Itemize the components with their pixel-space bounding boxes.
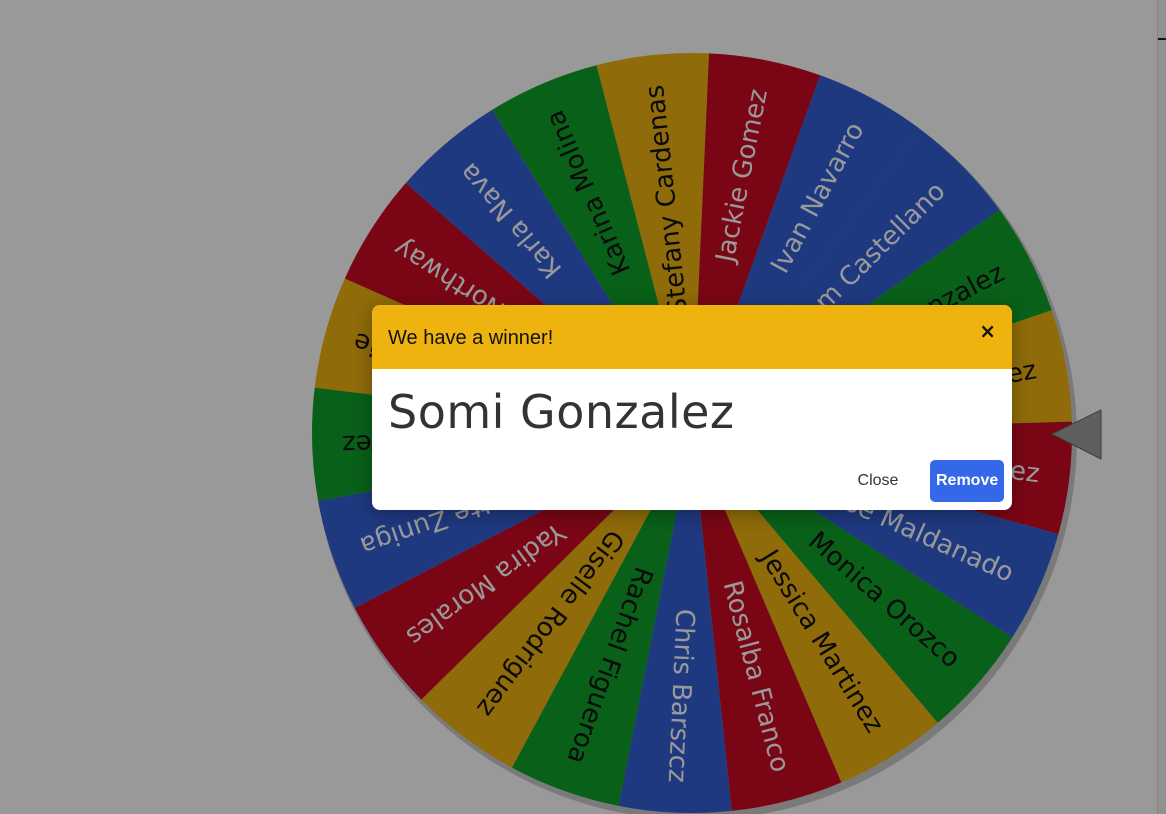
- winner-name: Somi Gonzalez: [388, 385, 735, 439]
- winner-dialog: We have a winner! × Somi Gonzalez Close …: [372, 305, 1012, 510]
- close-icon[interactable]: ×: [979, 319, 996, 343]
- dialog-title: We have a winner!: [388, 327, 554, 349]
- remove-button[interactable]: Remove: [930, 460, 1004, 502]
- dialog-header: We have a winner! ×: [372, 305, 1012, 369]
- close-button[interactable]: Close: [846, 460, 910, 502]
